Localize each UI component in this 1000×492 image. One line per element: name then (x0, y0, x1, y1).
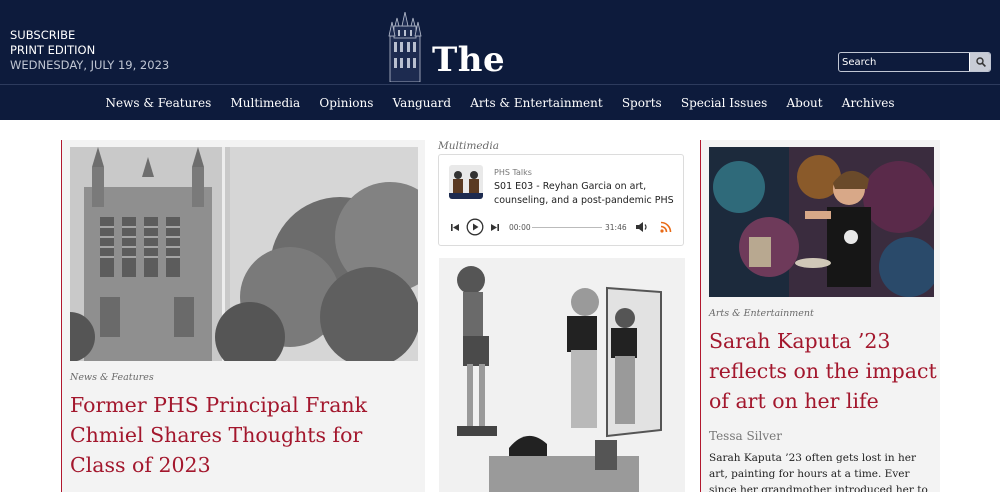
nav-sports[interactable]: Sports (612, 96, 671, 110)
tower-logo-icon (388, 12, 422, 82)
nav-about[interactable]: About (777, 96, 832, 110)
featured-headline[interactable]: Former PHS Principal Frank Chmiel Shares… (70, 390, 422, 480)
main-nav: News & Features Multimedia Opinions Vang… (0, 84, 1000, 120)
podcast-cover (449, 165, 483, 199)
multimedia-illustration[interactable] (439, 258, 685, 492)
arts-excerpt: Sarah Kaputa ’23 often gets lost in her … (709, 452, 928, 492)
nav-vanguard[interactable]: Vanguard (383, 96, 461, 110)
featured-category[interactable]: News & Features (70, 372, 154, 383)
illustration-image (439, 258, 685, 492)
nav-arts-entertainment[interactable]: Arts & Entertainment (461, 96, 613, 110)
nav-special-issues[interactable]: Special Issues (671, 96, 777, 110)
top-links: SUBSCRIBE PRINT EDITION WEDNESDAY, JULY … (10, 28, 169, 73)
print-edition-link[interactable]: PRINT EDITION (10, 43, 169, 58)
featured-photo[interactable] (70, 147, 418, 361)
arts-headline[interactable]: Sarah Kaputa ’23 reflects on the impact … (709, 326, 937, 416)
volume-icon[interactable] (635, 221, 649, 233)
podcast-episode-title: S01 E03 - Reyhan Garcia on art, counseli… (494, 181, 674, 206)
nav-archives[interactable]: Archives (832, 96, 904, 110)
search-icon (976, 57, 986, 67)
play-icon[interactable] (466, 218, 484, 236)
search-input[interactable] (842, 55, 968, 70)
podcast-player: PHS Talks S01 E03 - Reyhan Garcia on art… (438, 154, 684, 246)
nav-multimedia[interactable]: Multimedia (221, 96, 310, 110)
current-time: 00:00 (509, 223, 531, 232)
arts-photo[interactable] (709, 147, 934, 297)
rss-icon[interactable] (660, 221, 672, 233)
current-date: WEDNESDAY, JULY 19, 2023 (10, 58, 170, 72)
multimedia-section: Multimedia PHS Talks S01 E03 - Reyhan Ga… (438, 140, 687, 492)
progress-bar[interactable] (532, 227, 602, 228)
featured-story: News & Features Former PHS Principal Fra… (61, 140, 425, 492)
nav-opinions[interactable]: Opinions (310, 96, 383, 110)
painter-photo-image (709, 147, 934, 297)
arts-author[interactable]: Tessa Silver (709, 429, 782, 443)
multimedia-label[interactable]: Multimedia (438, 140, 499, 152)
masthead: SUBSCRIBE PRINT EDITION WEDNESDAY, JULY … (0, 0, 1000, 120)
nav-news-features[interactable]: News & Features (96, 96, 221, 110)
skip-forward-icon[interactable] (490, 223, 499, 232)
search-button[interactable] (969, 53, 990, 71)
site-logo[interactable]: The Tower (384, 12, 624, 120)
duration: 31:46 (605, 223, 627, 232)
player-controls: 00:00 31:46 (439, 217, 685, 239)
skip-back-icon[interactable] (451, 223, 460, 232)
arts-story: Arts & Entertainment Sarah Kaputa ’23 re… (700, 140, 940, 492)
podcast-show-name: PHS Talks (494, 168, 532, 177)
tower-photo-image (70, 147, 418, 361)
search-box (838, 52, 991, 72)
subscribe-link[interactable]: SUBSCRIBE (10, 28, 169, 43)
arts-category[interactable]: Arts & Entertainment (709, 308, 814, 319)
